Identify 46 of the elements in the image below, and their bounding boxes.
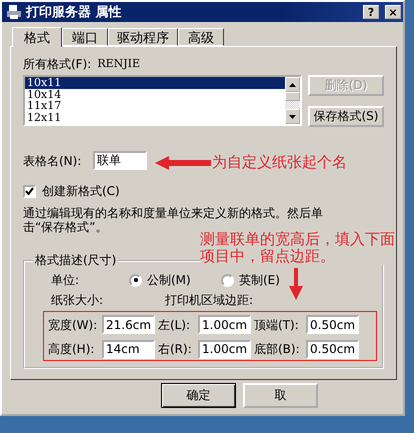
tab[interactable]: 高级 bbox=[178, 28, 224, 46]
field-label: 底部(B): bbox=[254, 342, 301, 356]
field-label: 顶端(T): bbox=[254, 318, 300, 332]
form-name-label: 表格名(N): bbox=[23, 154, 82, 168]
cancel-button[interactable]: 取 bbox=[243, 383, 318, 408]
checkbox-label: 创建新格式(C) bbox=[42, 184, 120, 198]
radio-label: 公制(M) bbox=[147, 273, 192, 287]
up-arrow-icon bbox=[289, 82, 296, 86]
size-field[interactable]: 0.50cm bbox=[306, 315, 359, 334]
annotation-text: 为自定义纸张起个名 bbox=[212, 154, 347, 171]
group-title: 格式描述(尺寸) bbox=[34, 252, 118, 269]
format-list[interactable]: 10x11 10x14 11x17 12x11 bbox=[23, 75, 302, 126]
tab[interactable]: 格式 bbox=[12, 27, 62, 47]
list-item[interactable]: 10x11 bbox=[25, 77, 285, 89]
size-field[interactable]: 0.50cm bbox=[306, 340, 359, 359]
size-field[interactable]: 14cm bbox=[102, 340, 155, 359]
field-label: 左(L): bbox=[158, 318, 192, 332]
checkbox[interactable] bbox=[23, 184, 36, 198]
radio-button[interactable] bbox=[129, 274, 142, 286]
pointer-arrow bbox=[155, 156, 211, 170]
field-label: 右(R): bbox=[158, 342, 193, 356]
help-button[interactable]: ? bbox=[363, 5, 379, 19]
form-name-field[interactable]: 联单 bbox=[93, 151, 147, 170]
save-format-button[interactable]: 保存格式(S) bbox=[308, 106, 384, 127]
radio-label: 英制(E) bbox=[239, 273, 280, 287]
ok-button[interactable]: 确定 bbox=[161, 383, 236, 408]
window-title: 打印服务器 属性 bbox=[26, 4, 123, 21]
pointer-arrow bbox=[289, 268, 303, 300]
printer-icon bbox=[6, 4, 22, 20]
radio-button[interactable] bbox=[221, 274, 234, 286]
size-field[interactable]: 21.6cm bbox=[102, 315, 155, 334]
size-field[interactable]: 1.00cm bbox=[198, 315, 251, 334]
close-button[interactable]: × bbox=[385, 5, 401, 19]
annotation-text: 测量联单的宽高后，填入下面 项目中，留点边距。 bbox=[200, 231, 395, 265]
unit-label: 单位: bbox=[51, 273, 80, 287]
size-field[interactable]: 1.00cm bbox=[198, 340, 251, 359]
formats-label: 所有格式(F): bbox=[23, 57, 92, 71]
field-label: 高度(H): bbox=[48, 342, 96, 356]
scrollbar[interactable] bbox=[285, 77, 300, 124]
tab[interactable]: 驱动程序 bbox=[108, 28, 178, 46]
margins-label: 打印机区域边距: bbox=[165, 293, 254, 307]
server-name: RENJIE bbox=[97, 57, 140, 71]
field-label: 宽度(W): bbox=[48, 318, 98, 332]
down-arrow-icon bbox=[289, 114, 296, 118]
paper-size-label: 纸张大小: bbox=[51, 293, 104, 307]
tab[interactable]: 端口 bbox=[62, 28, 108, 46]
